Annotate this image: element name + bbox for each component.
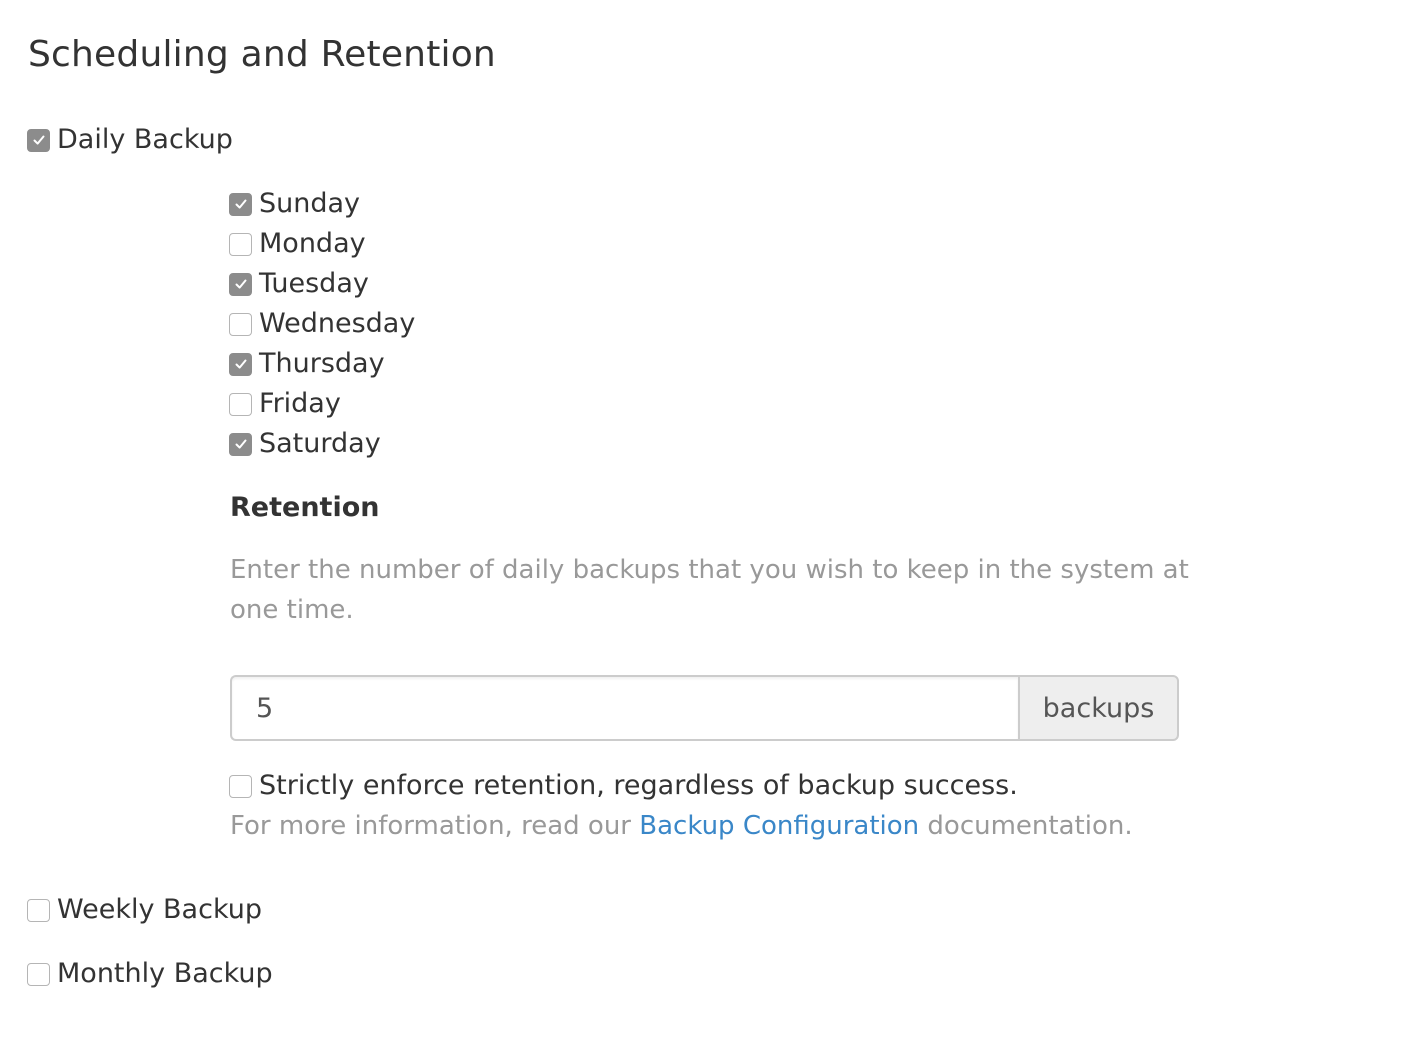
wednesday-label: Wednesday [259,308,416,339]
strict-enforce-option[interactable]: Strictly enforce retention, regardless o… [229,768,1018,804]
sunday-label: Sunday [259,188,361,219]
thursday-checkbox[interactable] [229,352,252,376]
day-option-saturday[interactable]: Saturday [229,426,381,462]
monthly-backup-option[interactable]: Monthly Backup [27,956,273,992]
friday-label: Friday [259,388,341,419]
checkmark-icon [33,135,44,145]
checkmark-icon [235,199,246,209]
day-option-sunday[interactable]: Sunday [229,186,360,222]
day-option-monday[interactable]: Monday [229,226,366,262]
retention-unit-addon: backups [1018,675,1179,741]
strict-enforce-label: Strictly enforce retention, regardless o… [259,770,1018,801]
friday-checkbox[interactable] [229,392,252,416]
monday-checkbox[interactable] [229,232,252,256]
daily-backup-label: Daily Backup [57,124,233,155]
checkmark-icon [235,279,246,289]
backup-configuration-link[interactable]: Backup Configuration [639,811,919,841]
documentation-info: For more information, read our Backup Co… [230,806,1133,846]
page-title: Scheduling and Retention [28,34,496,75]
retention-count-input[interactable] [230,675,1018,741]
weekly-backup-option[interactable]: Weekly Backup [27,892,262,928]
info-suffix: documentation. [919,811,1133,841]
tuesday-label: Tuesday [259,268,369,299]
day-option-tuesday[interactable]: Tuesday [229,266,369,302]
wednesday-checkbox[interactable] [229,312,252,336]
day-option-wednesday[interactable]: Wednesday [229,306,415,342]
monthly-backup-label: Monthly Backup [57,958,273,989]
retention-heading: Retention [230,492,380,523]
saturday-label: Saturday [259,428,381,459]
tuesday-checkbox[interactable] [229,272,252,296]
saturday-checkbox[interactable] [229,432,252,456]
monthly-backup-checkbox[interactable] [27,962,50,986]
day-option-thursday[interactable]: Thursday [229,346,385,382]
checkmark-icon [235,359,246,369]
info-prefix: For more information, read our [230,811,640,841]
day-option-friday[interactable]: Friday [229,386,341,422]
daily-backup-checkbox[interactable] [27,128,50,152]
weekly-backup-label: Weekly Backup [57,894,263,925]
retention-input-group: backups [230,675,1179,741]
retention-help-text: Enter the number of daily backups that y… [230,555,1189,625]
monday-label: Monday [259,228,366,259]
daily-backup-option[interactable]: Daily Backup [27,122,233,158]
sunday-checkbox[interactable] [229,192,252,216]
strict-enforce-checkbox[interactable] [229,774,252,798]
weekly-backup-checkbox[interactable] [27,898,50,922]
checkmark-icon [235,439,246,449]
thursday-label: Thursday [259,348,385,379]
